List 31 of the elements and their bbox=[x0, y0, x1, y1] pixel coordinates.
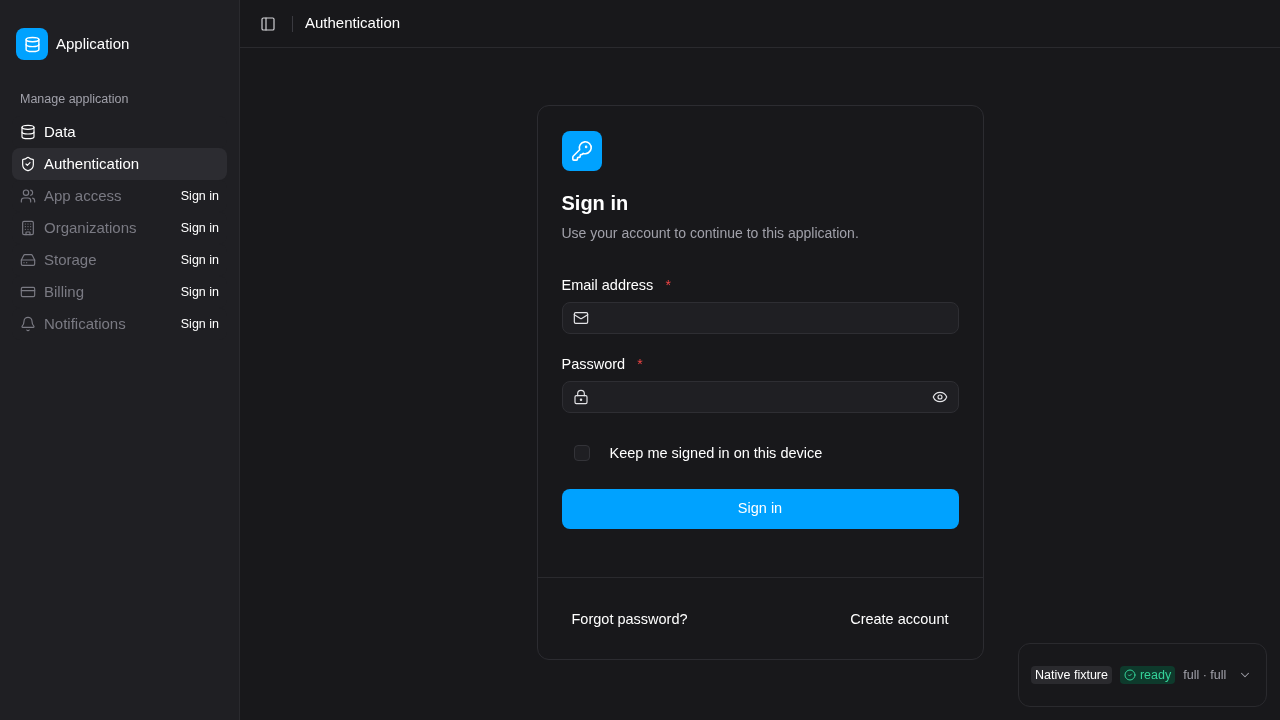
fixture-tag: Native fixture bbox=[1031, 666, 1112, 684]
sidebar-item[interactable]: Authentication bbox=[12, 148, 227, 180]
card-subtitle: Use your account to continue to this application. bbox=[561, 224, 859, 243]
eye-icon[interactable] bbox=[931, 389, 948, 405]
field-label: Password bbox=[561, 355, 626, 374]
required-mark: * bbox=[637, 355, 643, 374]
key-icon bbox=[561, 131, 602, 171]
mode-text: full · full bbox=[1183, 666, 1227, 684]
app-logo-icon bbox=[16, 28, 48, 60]
sign-in-label: Sign in bbox=[180, 251, 219, 269]
card-title: Sign in bbox=[561, 191, 629, 216]
footer-link[interactable]: Create account bbox=[840, 601, 959, 637]
sign-in-label: Sign in bbox=[180, 283, 219, 301]
app-name: Application bbox=[56, 34, 130, 54]
check-circle-icon bbox=[1123, 669, 1136, 681]
required-mark: * bbox=[665, 276, 671, 295]
sidebar-panel-icon[interactable] bbox=[260, 15, 276, 32]
section-label: Manage application bbox=[20, 91, 129, 107]
sign-in-label: Sign in bbox=[180, 187, 219, 205]
checkbox-label: Keep me signed in on this device bbox=[609, 444, 823, 463]
mail-icon bbox=[572, 310, 589, 326]
remember-checkbox[interactable] bbox=[573, 445, 590, 461]
page-title: Authentication bbox=[305, 13, 401, 34]
password-field[interactable] bbox=[561, 381, 959, 413]
field-label: Email address bbox=[561, 276, 654, 295]
sign-in-label: Sign in bbox=[180, 219, 219, 237]
status-text: ready bbox=[1139, 666, 1172, 684]
footer-link[interactable]: Forgot password? bbox=[561, 601, 698, 637]
lock-icon bbox=[572, 389, 589, 405]
email-field[interactable] bbox=[561, 302, 959, 334]
sign-in-label: Sign in bbox=[180, 315, 219, 333]
